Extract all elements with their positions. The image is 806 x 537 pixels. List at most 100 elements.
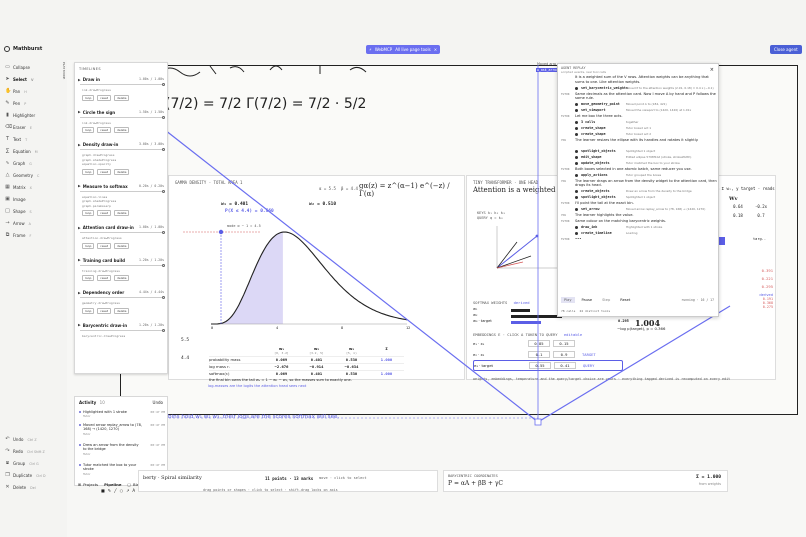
sidebar-item-pan[interactable]: ✋ Pan H <box>5 89 57 95</box>
timeline-reset-button[interactable]: reset <box>97 210 112 216</box>
line-icon[interactable]: ╱ <box>114 488 116 493</box>
tool-call-row[interactable]: edit_shape Edited ellipse 5798f1bd (strok… <box>561 155 717 160</box>
webmcp-button[interactable]: ⚡ WebMCP All live page tools × <box>366 45 441 54</box>
timeline-delete-button[interactable]: delete <box>114 168 130 175</box>
activity-item[interactable]: Moved arrow replay_arrow to (78, 168) → … <box>79 423 165 436</box>
square-icon[interactable]: ■ <box>101 488 105 493</box>
activity-item[interactable]: Drew an arrow from the density to the br… <box>79 443 165 456</box>
sidebar-action-undo[interactable]: ↶ Undo Ctrl Z <box>5 437 57 443</box>
timeline-scrubber[interactable] <box>80 297 164 298</box>
timeline-delete-button[interactable]: delete <box>114 210 130 216</box>
spiral-card[interactable]: berty · Spiral similarity 11 points · 13… <box>138 470 438 492</box>
timeline-scrubber[interactable] <box>80 116 164 118</box>
tool-call-row[interactable]: set_viewport Moved the viewport to (1420,… <box>561 108 717 113</box>
timeline-delete-button[interactable]: delete <box>114 94 130 101</box>
sidebar-item-matrix[interactable]: ▦ Matrix X <box>5 185 57 191</box>
play-icon[interactable]: ▶ <box>78 226 81 230</box>
timeline-loop-button[interactable]: loop <box>82 210 95 216</box>
timeline-scrubber[interactable] <box>80 264 164 266</box>
play-icon[interactable]: ▶ <box>78 258 81 262</box>
tool-call-row[interactable]: create_shape Tutor boxed act 1 <box>561 126 717 131</box>
tool-call-row[interactable]: set_barycentric_weights Moved P to the at… <box>561 86 717 91</box>
timeline-reset-button[interactable]: reset <box>97 94 112 101</box>
timeline-scrubber[interactable] <box>80 190 164 192</box>
sidebar-item-shape[interactable]: □ Shape S <box>5 209 57 215</box>
timeline-row[interactable]: ▶ Measure to softmax 0.20s / 0.20s equation… <box>78 184 166 216</box>
scrubber-handle[interactable] <box>162 231 165 234</box>
scrubber-handle[interactable] <box>162 83 165 86</box>
timeline-delete-button[interactable]: delete <box>114 242 130 249</box>
timeline-loop-button[interactable]: loop <box>82 307 95 314</box>
timeline-loop-button[interactable]: loop <box>82 242 95 249</box>
message-row[interactable]: TUTOR ••• <box>561 237 717 242</box>
sidebar-item-arrow[interactable]: → Arrow A <box>5 221 57 227</box>
tool-call-row[interactable]: 3 calls together <box>561 120 717 125</box>
play-icon[interactable]: ▶ <box>78 323 81 327</box>
message-row[interactable]: TUTOR I'll point the tail at the exact bi… <box>561 201 717 206</box>
tool-call-row[interactable]: spotlight_objects Spotlighted 1 object <box>561 149 717 154</box>
activity-item[interactable]: Highlighted with 1 stroke Tutor 00:47 PM <box>79 410 165 418</box>
timeline-loop-button[interactable]: loop <box>82 94 95 101</box>
scrubber-handle[interactable] <box>162 328 165 332</box>
message-row[interactable]: It is a weighted sum of the V rows. Atte… <box>561 75 717 84</box>
scrubber-handle[interactable] <box>162 148 165 151</box>
step-button[interactable]: Step <box>599 297 613 303</box>
tool-call-row[interactable]: create_objects Drew an arrow from the den… <box>561 189 717 194</box>
timeline-scrubber[interactable] <box>80 329 164 331</box>
play-icon[interactable]: ▶ <box>78 291 81 295</box>
timeline-reset-button[interactable]: reset <box>97 168 112 175</box>
message-row[interactable]: YOU The learner resizes the ellipse with … <box>561 138 717 143</box>
text-icon[interactable]: A <box>132 488 135 493</box>
timeline-delete-button[interactable]: delete <box>114 127 130 133</box>
arrow-icon[interactable]: ↗ <box>126 488 129 493</box>
app-logo[interactable]: Mathburst <box>4 46 42 52</box>
timeline-row[interactable]: ▶ Dependency order 4.44s / 4.44s geometry.d… <box>78 290 166 314</box>
tool-call-row[interactable]: draw_ink Highlighted with 1 stroke <box>561 225 717 230</box>
sidebar-action-duplicate[interactable]: ❐ Duplicate Ctrl D <box>5 473 57 479</box>
tool-call-row[interactable]: apply_actions Tutor grouped the boxes <box>561 173 717 178</box>
sidebar-item-eraser[interactable]: ⌫ Eraser E <box>5 125 57 131</box>
sidebar-item-select[interactable]: ➤ Select V <box>5 77 57 83</box>
barycentric-card[interactable]: BARYCENTRIC COORDINATES P = αA + βB + γC… <box>443 470 728 492</box>
timeline-row[interactable]: ▶ Barycentric draw-in 1.20s / 1.20s barycen… <box>78 323 166 338</box>
collapse-button[interactable]: ▭ Collapse <box>5 65 57 71</box>
scrubber-handle[interactable] <box>162 263 165 267</box>
timeline-scrubber[interactable] <box>80 84 164 85</box>
pipeline-tab[interactable]: Pipeline <box>104 482 121 487</box>
circle-icon[interactable]: ○ <box>120 488 124 493</box>
close-agent-button[interactable]: Close agent <box>770 45 802 54</box>
timeline-loop-button[interactable]: loop <box>82 127 95 133</box>
reset-button[interactable]: Reset <box>617 297 633 303</box>
scrubber-handle[interactable] <box>162 115 165 119</box>
close-icon[interactable]: × <box>434 47 437 52</box>
projects-tab[interactable]: ⊞ Projects <box>78 482 98 487</box>
timeline-scrubber[interactable] <box>80 232 164 233</box>
play-icon[interactable]: ▶ <box>78 110 81 114</box>
play-icon[interactable]: ▶ <box>78 184 81 188</box>
sidebar-item-geometry[interactable]: △ Geometry C <box>5 173 57 179</box>
message-row[interactable]: TUTOR Both boxes selected in one atomic b… <box>561 167 717 172</box>
timeline-row[interactable]: ▶ Circle the sign 1.50s / 1.50s ink.drawPro… <box>78 110 166 133</box>
sidebar-action-delete[interactable]: ✕ Delete Del <box>5 485 57 491</box>
sidebar-item-pen[interactable]: ✎ Pen P <box>5 101 57 107</box>
message-row[interactable]: YOU The learner drags an arrow from the d… <box>561 179 717 188</box>
timeline-row[interactable]: ▶ Draw in 1.00s / 1.00s ink.drawProgress loo… <box>78 77 166 101</box>
pause-button[interactable]: Pause <box>579 297 596 303</box>
timeline-loop-button[interactable]: loop <box>82 168 95 175</box>
scrubber-handle[interactable] <box>162 189 165 193</box>
play-button[interactable]: Play <box>561 297 575 303</box>
timeline-reset-button[interactable]: reset <box>97 242 112 249</box>
sidebar-item-equation[interactable]: ∑ Equation M <box>5 149 57 155</box>
play-mode-tab[interactable]: PLAY MODE <box>60 62 66 84</box>
tool-call-row[interactable]: create_shape Tutor boxed act 2 <box>561 132 717 137</box>
tool-call-row[interactable]: move_geometry_point Moved point A to (184… <box>561 102 717 107</box>
sidebar-action-redo[interactable]: ↷ Redo Ctrl Shift Z <box>5 449 57 455</box>
timeline-delete-button[interactable]: delete <box>114 307 130 314</box>
timeline-row[interactable]: ▶ Attention card draw-in 1.00s / 1.00s atte… <box>78 225 166 249</box>
timeline-reset-button[interactable]: reset <box>97 275 112 281</box>
message-row[interactable]: TUTOR Same colour on the matching barycen… <box>561 219 717 224</box>
agent-replay-panel[interactable]: AGENT REPLAY scripted events, real tool … <box>557 63 719 317</box>
close-icon[interactable]: × <box>710 67 714 73</box>
message-row[interactable]: TUTOR Let me box the three acts. <box>561 114 717 119</box>
sidebar-item-image[interactable]: ▣ Image <box>5 197 57 203</box>
